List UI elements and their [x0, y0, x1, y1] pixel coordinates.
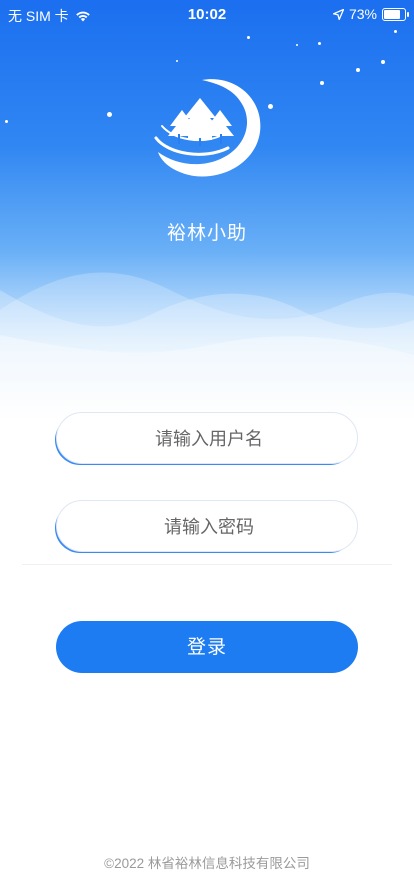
location-arrow-icon [332, 8, 344, 20]
hero-background [0, 0, 414, 420]
username-field[interactable] [56, 412, 361, 465]
forest-moon-logo [154, 79, 261, 177]
battery-icon [382, 7, 409, 21]
password-input[interactable] [57, 501, 361, 553]
password-field[interactable] [56, 500, 361, 553]
status-bar: 无 SIM 卡 10:02 73% [0, 0, 414, 30]
wave-decoration [0, 272, 414, 420]
username-input[interactable] [57, 413, 361, 465]
form-divider [22, 564, 392, 565]
app-name: 裕林小助 [166, 223, 247, 244]
battery-percent: 73% [348, 6, 377, 22]
login-button[interactable]: 登录 [56, 621, 358, 673]
copyright-footer: ©2022 林省裕林信息科技有限公司 [104, 856, 310, 871]
